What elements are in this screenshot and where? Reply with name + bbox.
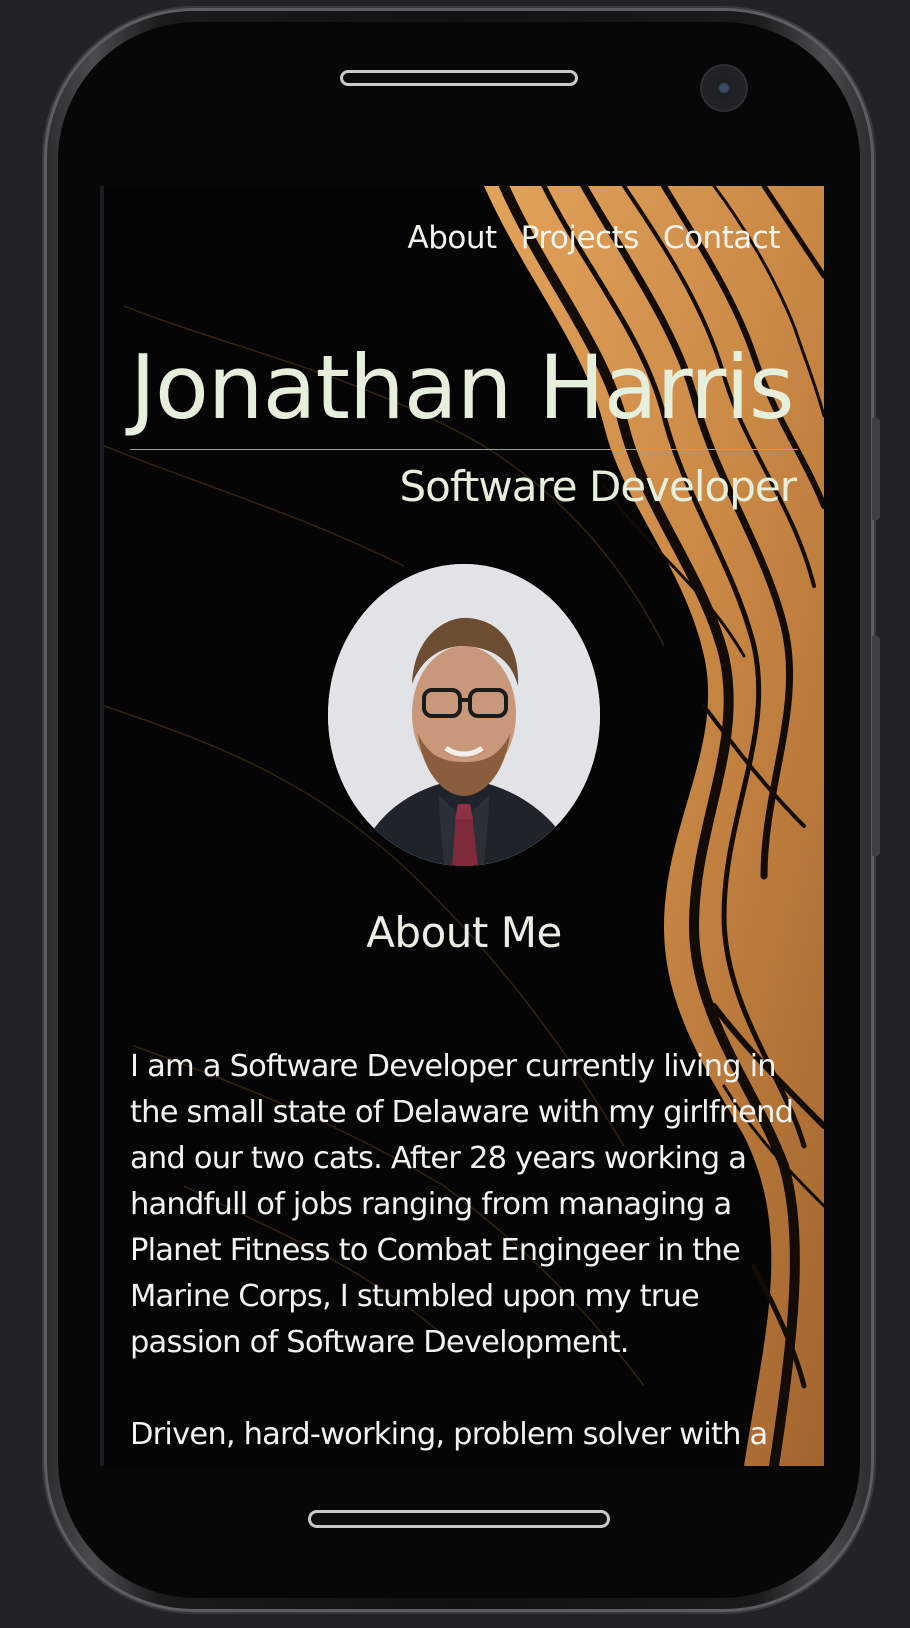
nav-about-link[interactable]: About [408,220,498,256]
about-me-text: I am a Software Developer currently livi… [130,1044,804,1466]
earpiece-speaker [340,70,578,86]
front-camera-icon [700,64,748,112]
top-navigation: About Projects Contact [408,220,781,256]
power-button [872,636,880,856]
nav-projects-link[interactable]: Projects [521,220,640,256]
hero-name: Jonathan Harris [130,336,795,439]
nav-contact-link[interactable]: Contact [663,220,781,256]
hero-role: Software Developer [399,462,797,511]
about-paragraph-2: Driven, hard-working, problem solver wit… [130,1417,768,1466]
hero-divider [130,449,798,450]
profile-photo [328,564,600,866]
phone-screen: About Projects Contact Jonathan Harris S… [100,186,824,1466]
home-bar[interactable] [308,1510,610,1528]
volume-button [872,418,880,520]
about-me-heading: About Me [366,908,562,957]
profile-portrait [328,564,600,866]
about-paragraph-1: I am a Software Developer currently livi… [130,1049,794,1360]
